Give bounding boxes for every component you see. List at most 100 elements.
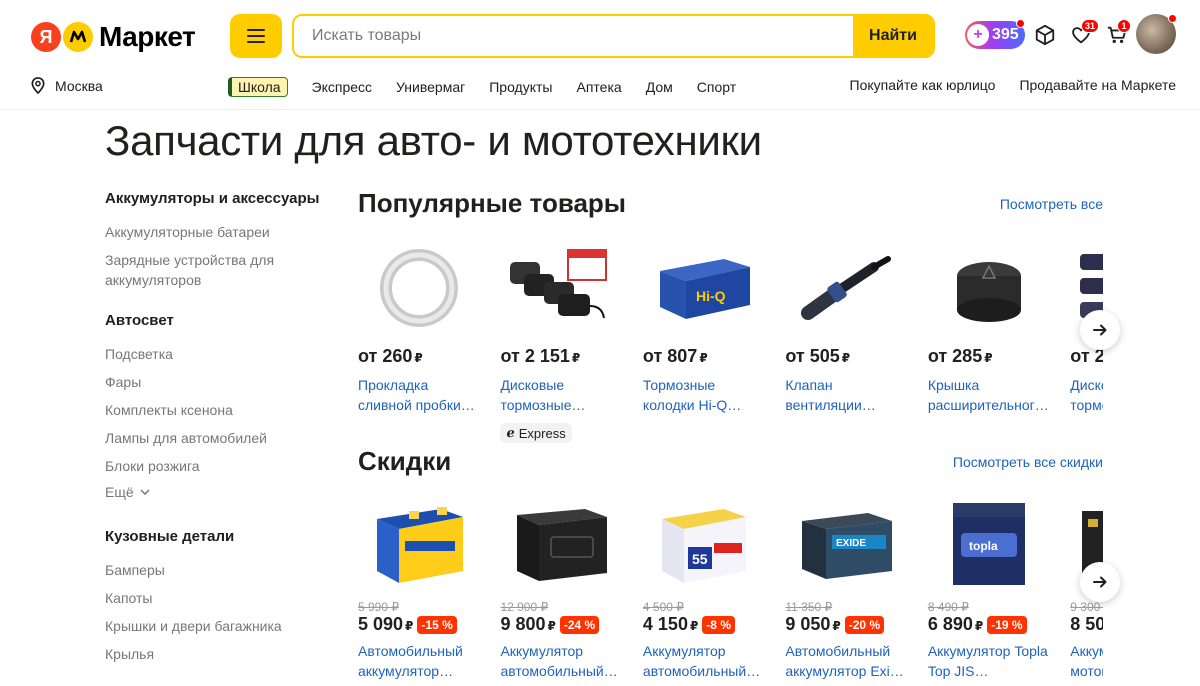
discount-badge: -20 % bbox=[844, 615, 885, 634]
old-price: 4 500 ₽ bbox=[642, 600, 684, 614]
product-image bbox=[785, 236, 907, 340]
orders-box-icon[interactable] bbox=[1032, 22, 1058, 48]
product-title[interactable]: Аккумулятор автомобильный… bbox=[643, 641, 765, 681]
product-image bbox=[500, 236, 622, 340]
product-price: от 285 ₽ bbox=[927, 346, 993, 366]
buy-as-company-link[interactable]: Покупайте как юрлицо bbox=[850, 77, 996, 93]
arrow-right-icon bbox=[1093, 324, 1107, 336]
product-title[interactable]: Крышка расширительног… bbox=[928, 375, 1050, 415]
discount-badge: -19 % bbox=[987, 615, 1027, 634]
plus-notification-dot bbox=[1016, 19, 1025, 28]
sidebar-item[interactable]: Капоты bbox=[105, 588, 335, 608]
product-card[interactable]: от 2 151 ₽ Дисковые тормозные… ℯ Express bbox=[500, 236, 622, 443]
product-card[interactable]: topla 8 490 ₽ 6 890 ₽ -19 % Аккумулятор T… bbox=[928, 492, 1050, 681]
category-links: Школа Экспресс Универмаг Продукты Аптека… bbox=[228, 77, 760, 97]
old-price: 12 900 ₽ bbox=[500, 600, 549, 614]
product-price: 4 150 ₽ bbox=[642, 614, 699, 634]
search-bar: Найти bbox=[292, 14, 935, 58]
product-image bbox=[358, 492, 480, 596]
city-name: Москва bbox=[55, 77, 103, 94]
product-card[interactable]: 5 990 ₽ 5 090 ₽ -15 % Автомобильный аккум… bbox=[358, 492, 480, 681]
product-title[interactable]: Прокладка сливной пробки… bbox=[358, 375, 480, 415]
sidebar-item[interactable]: Блоки розжига bbox=[105, 456, 335, 476]
product-card[interactable]: Hi-Q от 807 ₽ Тормозные колодки Hi-Q… bbox=[643, 236, 765, 415]
sidebar-heading[interactable]: Автосвет bbox=[105, 312, 335, 330]
discounts-section: Скидки Посмотреть все скидки 5 990 ₽ 5 0… bbox=[358, 446, 1120, 686]
city-selector[interactable]: Москва bbox=[31, 77, 103, 94]
old-price: 5 990 ₽ bbox=[358, 600, 399, 614]
old-price: 9 300 ₽ bbox=[1070, 600, 1103, 614]
product-card[interactable]: 55 4 500 ₽ 4 150 ₽ -8 % Аккумулятор автом… bbox=[643, 492, 765, 681]
product-image bbox=[500, 492, 622, 596]
nav-link-products[interactable]: Продукты bbox=[489, 79, 552, 95]
search-input[interactable] bbox=[294, 16, 853, 56]
discount-badge: -8 % bbox=[702, 615, 735, 634]
nav-link-sport[interactable]: Спорт bbox=[697, 79, 736, 95]
chevron-down-icon bbox=[140, 489, 150, 495]
yandex-logo-icon: Я bbox=[31, 22, 61, 52]
search-button[interactable]: Найти bbox=[853, 16, 933, 56]
logo-text: Маркет bbox=[99, 21, 196, 52]
product-image: 55 bbox=[643, 492, 765, 596]
carousel-next-button[interactable] bbox=[1080, 562, 1120, 602]
nav-link-home[interactable]: Дом bbox=[646, 79, 673, 95]
location-pin-icon bbox=[31, 77, 45, 94]
product-price: 9 800 ₽ bbox=[500, 614, 556, 634]
sidebar-item[interactable]: Аккумуляторные батареи bbox=[105, 222, 335, 242]
product-image bbox=[358, 236, 480, 340]
sell-on-market-link[interactable]: Продавайте на Маркете bbox=[1019, 77, 1176, 93]
product-price: 9 050 ₽ bbox=[785, 614, 841, 634]
svg-text:EXIDE: EXIDE bbox=[836, 538, 866, 549]
sidebar-more-button[interactable]: Ещё bbox=[105, 484, 335, 500]
discounts-carousel: 5 990 ₽ 5 090 ₽ -15 % Автомобильный аккум… bbox=[358, 492, 1103, 686]
nav-link-univermag[interactable]: Универмаг bbox=[396, 79, 465, 95]
svg-text:55: 55 bbox=[692, 551, 708, 567]
sidebar-item[interactable]: Лампы для автомобилей bbox=[105, 428, 335, 448]
product-price: 8 500₽ bbox=[1070, 614, 1103, 634]
popular-section: Популярные товары Посмотреть все от 260 ₽… bbox=[358, 188, 1120, 443]
sidebar-item[interactable]: Комплекты ксенона bbox=[105, 400, 335, 420]
sidebar-heading[interactable]: Кузовные детали bbox=[105, 528, 335, 546]
arrow-right-icon bbox=[1093, 576, 1107, 588]
nav-link-pharmacy[interactable]: Аптека bbox=[577, 79, 622, 95]
product-card[interactable]: EXIDE 11 350 ₽ 9 050 ₽ -20 % Автомобильны… bbox=[785, 492, 907, 681]
product-price: 5 090 ₽ bbox=[358, 614, 414, 634]
nav-link-school[interactable]: Школа bbox=[228, 77, 288, 97]
product-title[interactable]: Дисковые тормозные… bbox=[500, 375, 622, 415]
product-title[interactable]: Клапан вентиляции… bbox=[785, 375, 907, 415]
sub-navigation: Москва Школа Экспресс Универмаг Продукты… bbox=[0, 74, 1200, 98]
sidebar-group: Автосвет Подсветка Фары Комплекты ксенон… bbox=[105, 312, 335, 500]
product-title[interactable]: Аккумулятор мотоцикл bbox=[1070, 641, 1103, 681]
product-title[interactable]: Дисковые тормозны bbox=[1070, 375, 1103, 415]
carousel-next-button[interactable] bbox=[1080, 310, 1120, 350]
sidebar-heading[interactable]: Аккумуляторы и аксессуары bbox=[105, 190, 335, 208]
product-title[interactable]: Тормозные колодки Hi-Q… bbox=[643, 375, 765, 415]
product-image: EXIDE bbox=[785, 492, 907, 596]
catalog-button[interactable] bbox=[230, 14, 282, 58]
cart-badge: 1 bbox=[1117, 19, 1131, 33]
sidebar-item[interactable]: Подсветка bbox=[105, 344, 335, 364]
sidebar-item[interactable]: Крылья bbox=[105, 644, 335, 664]
svg-text:topla: topla bbox=[969, 539, 998, 553]
discount-badge: -24 % bbox=[559, 615, 600, 634]
product-title[interactable]: Автомобильный аккумулятор Exi… bbox=[785, 641, 907, 681]
product-price: от 260 ₽ bbox=[358, 346, 423, 366]
sidebar-item[interactable]: Крышки и двери багажника bbox=[105, 616, 335, 636]
see-all-discounts-link[interactable]: Посмотреть все скидки bbox=[953, 454, 1103, 470]
old-price: 11 350 ₽ bbox=[785, 600, 833, 614]
product-title[interactable]: Аккумулятор Topla Top JIS… bbox=[928, 641, 1050, 681]
sidebar-item[interactable]: Фары bbox=[105, 372, 335, 392]
market-logo[interactable]: Я Маркет bbox=[31, 21, 196, 53]
favorites-badge: 31 bbox=[1081, 19, 1100, 33]
product-title[interactable]: Автомобильный аккумулятор… bbox=[358, 641, 480, 681]
sidebar-item[interactable]: Зарядные устройства для аккумуляторов bbox=[105, 250, 335, 290]
see-all-popular-link[interactable]: Посмотреть все bbox=[1000, 196, 1103, 212]
product-title[interactable]: Аккумулятор автомобильный… bbox=[500, 641, 622, 681]
sidebar-item[interactable]: Бамперы bbox=[105, 560, 335, 580]
product-card[interactable]: 12 900 ₽ 9 800 ₽ -24 % Аккумулятор автомо… bbox=[500, 492, 622, 681]
product-card[interactable]: от 285 ₽ Крышка расширительног… bbox=[928, 236, 1050, 415]
product-card[interactable]: от 260 ₽ Прокладка сливной пробки… bbox=[358, 236, 480, 415]
product-card[interactable]: от 505 ₽ Клапан вентиляции… bbox=[785, 236, 907, 415]
nav-link-express[interactable]: Экспресс bbox=[312, 79, 373, 95]
product-image bbox=[928, 236, 1050, 340]
